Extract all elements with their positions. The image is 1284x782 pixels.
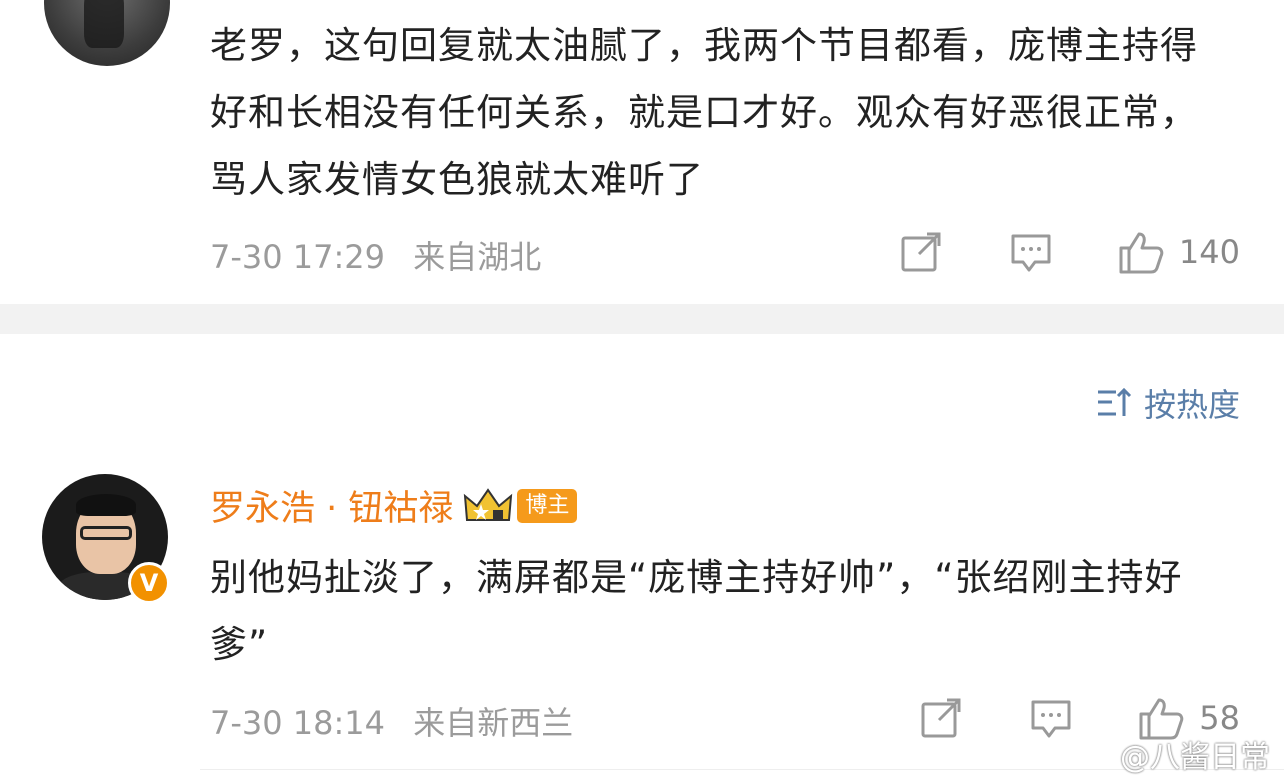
comment-text: 别他妈扯淡了，满屏都是“庞博主持好帅”，“张绍刚主持好爹” bbox=[210, 556, 1183, 666]
comment-date: 7-30 17:29 bbox=[210, 238, 386, 276]
comment-meta: 7-30 18:14 来自新西兰 bbox=[210, 698, 591, 744]
verified-badge: V bbox=[128, 562, 170, 604]
watermark: @八酱日常 bbox=[1082, 732, 1270, 776]
comment-location: 来自新西兰 bbox=[413, 704, 574, 742]
thumbs-up-icon[interactable] bbox=[1117, 228, 1165, 276]
sort-label: 按热度 bbox=[1143, 386, 1240, 424]
comment-item: 按热度 V 罗永浩 · 钮祜禄 博主 别他妈扯淡了，满屏都是“庞博主持好帅”，“… bbox=[0, 334, 1284, 782]
watermark-text: @八酱日常 bbox=[1120, 740, 1270, 775]
comment-meta: 7-30 17:29 来自湖北 bbox=[210, 232, 559, 278]
avatar[interactable] bbox=[44, 0, 170, 66]
comment-date: 7-30 18:14 bbox=[210, 704, 386, 742]
like-count: 140 bbox=[1178, 233, 1240, 271]
sort-toggle[interactable]: 按热度 bbox=[1096, 380, 1240, 426]
role-badge: 博主 bbox=[517, 488, 578, 523]
comment-icon[interactable] bbox=[1007, 228, 1055, 276]
username-row: 罗永浩 · 钮祜禄 博主 bbox=[210, 480, 578, 531]
comment-location: 来自湖北 bbox=[413, 238, 542, 276]
crown-icon bbox=[464, 487, 513, 521]
comment-icon[interactable] bbox=[1027, 694, 1075, 742]
sort-icon bbox=[1097, 387, 1132, 416]
share-icon[interactable] bbox=[897, 228, 945, 276]
comment-actions: 140 bbox=[835, 228, 1240, 276]
username[interactable]: 罗永浩 · 钮祜禄 bbox=[210, 480, 453, 531]
section-divider bbox=[0, 304, 1284, 334]
weibo-logo-icon bbox=[1082, 741, 1115, 769]
comment-item: 老罗，这句回复就太油腻了，我两个节目都看，庞博主持得好和长相没有任何关系，就是口… bbox=[0, 0, 1284, 304]
share-icon[interactable] bbox=[917, 694, 965, 742]
comment-text: 老罗，这句回复就太油腻了，我两个节目都看，庞博主持得好和长相没有任何关系，就是口… bbox=[210, 24, 1198, 201]
